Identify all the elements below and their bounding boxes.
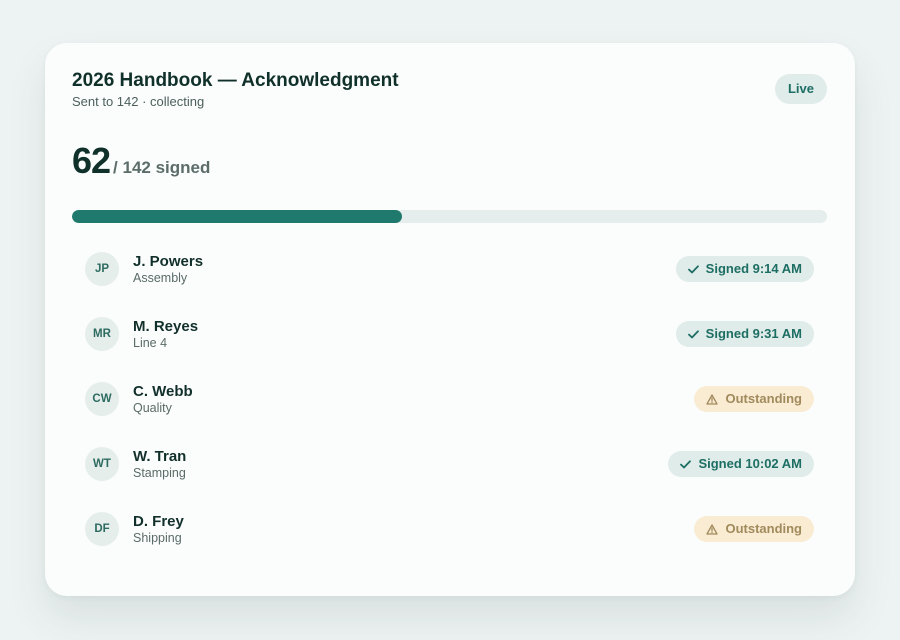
recipient-department: Line 4 [133, 336, 168, 350]
recipient-department: Shipping [133, 531, 182, 545]
recipient-name: M. Reyes [133, 318, 199, 335]
recipient-row[interactable]: MR M. Reyes Line 4 Signed 9:31 AM [72, 301, 827, 366]
recipient-row[interactable]: WT W. Tran Stamping Signed 10:02 AM [72, 431, 827, 496]
signed-total: / 142 signed [113, 158, 211, 177]
check-icon [687, 264, 699, 273]
recipient-department: Quality [133, 401, 172, 415]
status-label: Outstanding [725, 391, 802, 406]
avatar: JP [85, 252, 119, 286]
status-label: Signed 10:02 AM [698, 456, 802, 471]
live-status-badge: Live [774, 74, 827, 104]
recipient-department: Stamping [133, 466, 186, 480]
check-icon [687, 329, 699, 338]
progress-bar-fill [72, 210, 402, 223]
status-badge: Outstanding [694, 516, 814, 542]
recipient-list: JP J. Powers Assembly Signed 9:14 AM MR … [72, 236, 827, 561]
status-badge: Outstanding [694, 386, 814, 412]
recipient-name: W. Tran [133, 448, 187, 465]
status-label: Signed 9:31 AM [705, 326, 802, 341]
recipient-department: Assembly [133, 271, 188, 285]
avatar: CW [85, 382, 119, 416]
avatar: MR [85, 317, 119, 351]
recipient-name: D. Frey [133, 513, 184, 530]
recipient-row[interactable]: JP J. Powers Assembly Signed 9:14 AM [72, 236, 827, 301]
status-badge: Signed 9:14 AM [675, 256, 814, 282]
status-label: Outstanding [725, 521, 802, 536]
signed-count: 62 [72, 140, 111, 181]
recipient-name: C. Webb [133, 383, 193, 400]
status-badge: Signed 10:02 AM [668, 451, 814, 477]
check-icon [680, 459, 692, 468]
avatar: DF [85, 512, 119, 546]
progress-bar [72, 210, 827, 223]
recipient-row[interactable]: DF D. Frey Shipping Outstanding [72, 496, 827, 561]
signed-summary: 62/ 142 signed [72, 140, 210, 182]
status-badge: Signed 9:31 AM [675, 321, 814, 347]
status-label: Signed 9:14 AM [705, 261, 802, 276]
acknowledgment-card: 2026 Handbook — Acknowledgment Sent to 1… [45, 43, 855, 596]
recipient-row[interactable]: CW C. Webb Quality Outstanding [72, 366, 827, 431]
warning-icon [706, 523, 719, 535]
page-subtitle: Sent to 142 · collecting [72, 94, 205, 109]
warning-icon [706, 393, 719, 405]
page-title: 2026 Handbook — Acknowledgment [72, 70, 399, 91]
recipient-name: J. Powers [133, 253, 204, 270]
avatar: WT [85, 447, 119, 481]
